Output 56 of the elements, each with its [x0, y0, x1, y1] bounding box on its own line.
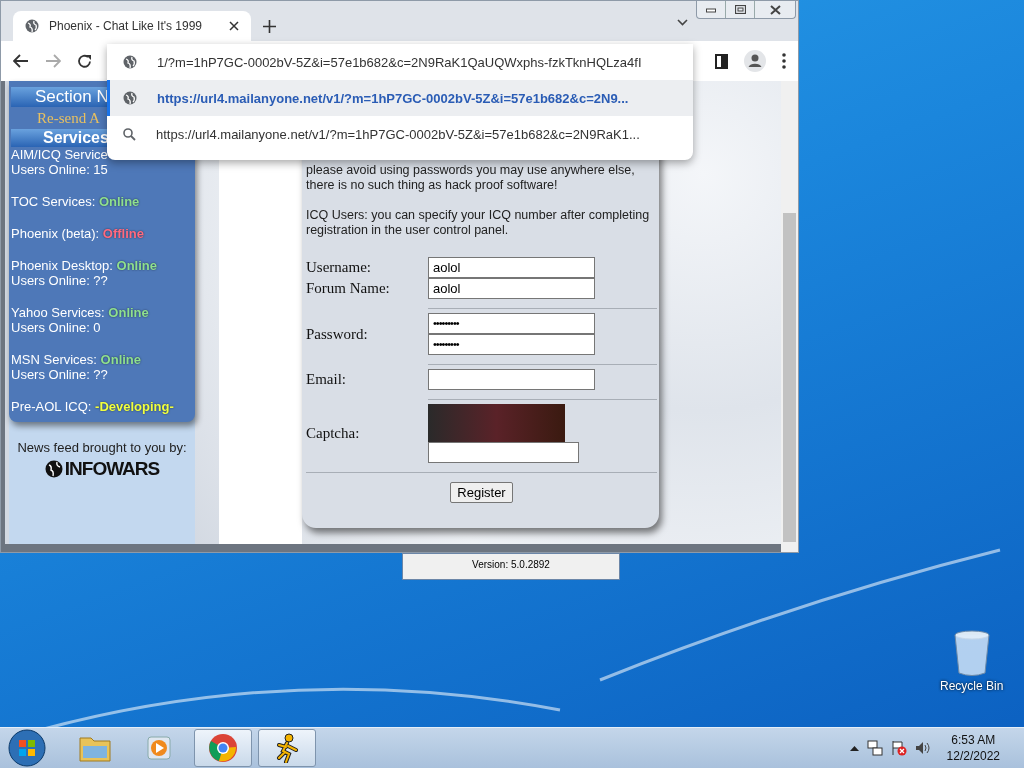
service-status: TOC Services: Online — [11, 194, 141, 209]
recycle-bin-icon[interactable] — [951, 630, 992, 676]
side-panel-icon[interactable] — [715, 53, 728, 69]
clock[interactable]: 6:53 AM 12/2/2022 — [946, 732, 1000, 764]
minimize-icon[interactable] — [706, 6, 716, 13]
maximize-icon[interactable] — [734, 5, 746, 14]
back-arrow-icon[interactable] — [13, 54, 29, 68]
field-label: Captcha: — [306, 425, 361, 442]
start-button[interactable] — [8, 729, 46, 767]
field-label: Username: — [306, 259, 372, 276]
chrome-icon[interactable] — [208, 733, 238, 763]
captcha-field[interactable] — [428, 442, 579, 463]
password-field[interactable]: ••••••••• — [428, 334, 595, 355]
chevron-down-icon[interactable] — [677, 19, 688, 26]
desktop-icon-label[interactable]: Recycle Bin — [940, 679, 1004, 693]
service-status: AIM/ICQ Service — [11, 147, 109, 162]
version-label: Version: 5.0.2892 — [402, 553, 620, 580]
news-logo[interactable]: INFOWARS — [44, 458, 160, 480]
text-field[interactable]: aolol — [428, 257, 595, 278]
form-note: ICQ Users: you can specify your ICQ number after completing registration in the user control panel. — [306, 208, 651, 238]
field-label: Password: — [306, 325, 369, 343]
network-icon[interactable] — [866, 740, 883, 756]
close-icon[interactable] — [229, 21, 239, 31]
scrollbar[interactable] — [781, 81, 798, 552]
caret-up-icon[interactable] — [849, 745, 859, 751]
globe-icon — [123, 91, 137, 105]
service-status: MSN Services: Online — [11, 352, 143, 367]
users-online-count: Users Online: ?? — [11, 273, 109, 288]
running-man-icon[interactable] — [274, 733, 300, 763]
news-feed-caption: News feed brought to you by: — [17, 440, 187, 455]
service-status: Phoenix Desktop: Online — [11, 258, 158, 273]
profile-icon[interactable] — [744, 50, 766, 72]
menu-icon[interactable] — [782, 53, 786, 69]
text-field[interactable] — [428, 369, 595, 390]
speaker-icon[interactable] — [914, 741, 931, 755]
text-field[interactable]: aolol — [428, 278, 595, 299]
flag-warning-icon[interactable] — [890, 740, 907, 756]
service-status: Yahoo Services: Online — [11, 305, 150, 320]
suggestion-item[interactable]: https://url4.mailanyone.net/v1/?m=1hP7GC-0002bV-5Z&i=57e1b682&c=2N9... — [107, 80, 693, 116]
form-note: please avoid using passwords you may use anywhere else, there is no such thing as hack proof software! — [306, 163, 636, 193]
service-status: Pre-AOL ICQ: -Developing- — [11, 399, 175, 414]
reload-icon[interactable] — [77, 53, 92, 69]
close-icon[interactable] — [769, 4, 781, 15]
field-label: Email: — [306, 371, 347, 388]
password-field[interactable]: ••••••••• — [428, 313, 595, 334]
globe-icon — [123, 55, 137, 69]
search-icon — [123, 127, 136, 141]
globe-icon — [25, 19, 39, 33]
register-button[interactable]: Register — [450, 482, 513, 503]
users-online-count: Users Online: 15 — [11, 162, 109, 177]
browser-tab[interactable]: Phoenix - Chat Like It's 1999 — [13, 11, 251, 41]
field-label: Forum Name: — [306, 280, 391, 297]
plus-icon[interactable] — [263, 20, 276, 33]
users-online-count: Users Online: ?? — [11, 367, 109, 382]
service-status: Phoenix (beta): Offline — [11, 226, 145, 241]
users-online-count: Users Online: 0 — [11, 320, 102, 335]
